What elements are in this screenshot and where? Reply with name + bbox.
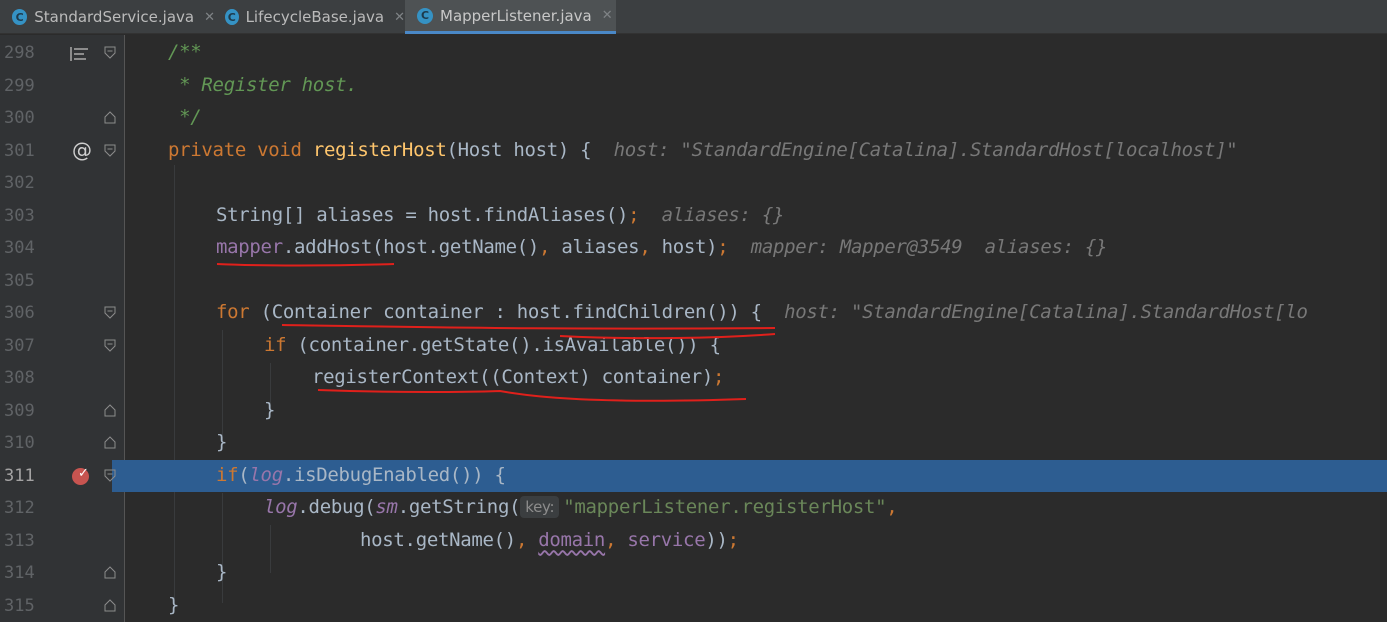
- code-line: 311 ✓ if(log.isDebugEnabled()) {: [0, 460, 1387, 493]
- code-line: 303 String[] aliases = host.findAliases(…: [0, 200, 1387, 233]
- tab-lifecycle-base[interactable]: C LifecycleBase.java ✕: [215, 0, 405, 34]
- code-text: }: [216, 431, 228, 453]
- inline-debug-value: host: "StandardEngine[Catalina].Standard…: [613, 138, 1238, 161]
- tab-mapper-listener[interactable]: C MapperListener.java ✕: [405, 0, 616, 34]
- close-icon[interactable]: ✕: [602, 8, 613, 23]
- code-line: 309 }: [0, 395, 1387, 428]
- code-text: if (container.getState().isAvailable()) …: [264, 333, 721, 356]
- fold-end-icon[interactable]: [104, 403, 116, 417]
- line-number: 305: [4, 270, 35, 291]
- fold-end-icon[interactable]: [104, 566, 116, 579]
- breakpoint-check-icon: ✓: [78, 465, 89, 481]
- close-icon[interactable]: ✕: [204, 10, 215, 25]
- tab-standard-service[interactable]: C StandardService.java ✕: [0, 0, 215, 34]
- code-text: registerContext((Context) container);: [312, 366, 725, 388]
- tab-label: StandardService.java: [34, 8, 195, 26]
- fold-end-icon[interactable]: [104, 436, 116, 449]
- code-text: String[] aliases = host.findAliases(); a…: [216, 203, 785, 226]
- tab-label: MapperListener.java: [440, 6, 592, 25]
- line-number: 306: [4, 303, 35, 323]
- editor-tab-bar: C StandardService.java ✕ C LifecycleBase…: [0, 0, 1387, 34]
- code-text: mapper.addHost(host.getName(), aliases, …: [216, 236, 1108, 258]
- code-line: 314 }: [0, 557, 1387, 590]
- code-line: 313 host.getName(), domain, service));: [0, 525, 1387, 558]
- code-text: log.debug(sm.getString(key: "mapperListen…: [264, 496, 898, 518]
- parameter-hint: key:: [520, 496, 560, 518]
- code-text: }: [168, 593, 180, 616]
- override-icon[interactable]: @: [72, 138, 92, 162]
- code-line: 298 /**: [0, 37, 1387, 70]
- code-line: 306 for (Container container : host.find…: [0, 297, 1387, 330]
- code-line: 308 registerContext((Context) container)…: [0, 362, 1387, 395]
- fold-icon[interactable]: [104, 144, 116, 157]
- code-line: 312 log.debug(sm.getString(key: "mapperLi…: [0, 492, 1387, 525]
- line-number: 315: [4, 595, 35, 616]
- code-line: 310 }: [0, 427, 1387, 460]
- line-number: 310: [4, 433, 35, 453]
- warning-underline: domain: [538, 528, 606, 551]
- line-number: 303: [4, 205, 35, 226]
- fold-icon[interactable]: [104, 306, 116, 319]
- line-number: 312: [4, 498, 35, 518]
- class-icon: C: [225, 9, 239, 25]
- code-text: }: [216, 561, 228, 583]
- class-icon: C: [12, 9, 28, 25]
- class-icon: C: [417, 7, 433, 24]
- line-number: 300: [4, 108, 35, 128]
- line-number: 302: [4, 173, 35, 193]
- code-line: 304 mapper.addHost(host.getName(), alias…: [0, 232, 1387, 265]
- inline-debug-value: mapper: Mapper@3549 aliases: {}: [750, 236, 1108, 258]
- close-icon[interactable]: ✕: [394, 10, 405, 25]
- code-line: 301 @ private void registerHost(Host hos…: [0, 135, 1387, 168]
- fold-icon[interactable]: [104, 339, 116, 352]
- code-line: 299 * Register host.: [0, 70, 1387, 103]
- line-number: 311: [4, 465, 35, 486]
- code-line: 315 }: [0, 590, 1387, 622]
- code-text: /**: [168, 41, 202, 63]
- line-number: 307: [4, 335, 35, 356]
- fold-end-icon[interactable]: [104, 598, 116, 612]
- line-number: 309: [4, 400, 35, 421]
- line-number: 304: [4, 238, 35, 258]
- code-text: for (Container container : host.findChil…: [216, 301, 1308, 323]
- code-text: host.getName(), domain, service));: [360, 528, 739, 551]
- implements-icon[interactable]: [70, 47, 90, 61]
- line-number: 299: [4, 75, 35, 96]
- line-number: 301: [4, 140, 35, 161]
- code-text: * Register host.: [168, 73, 358, 96]
- line-number: 314: [4, 563, 35, 583]
- code-text: if(log.isDebugEnabled()) {: [216, 463, 506, 486]
- tab-label: LifecycleBase.java: [245, 8, 385, 26]
- code-line: 300 */: [0, 102, 1387, 135]
- fold-end-icon[interactable]: [104, 111, 116, 124]
- code-line: 302: [0, 167, 1387, 200]
- code-editor[interactable]: 298 /** 299 * Register host. 300 */ 301 …: [0, 35, 1387, 622]
- code-line: 307 if (container.getState().isAvailable…: [0, 330, 1387, 363]
- code-line: 305: [0, 265, 1387, 298]
- inline-debug-value: host: "StandardEngine[Catalina].Standard…: [784, 301, 1308, 323]
- inline-debug-value: aliases: {}: [661, 203, 785, 226]
- code-text: }: [264, 398, 276, 421]
- code-text: private void registerHost(Host host) { h…: [168, 138, 1238, 161]
- line-number: 308: [4, 368, 35, 388]
- code-text: */: [168, 106, 202, 128]
- fold-icon[interactable]: [104, 469, 116, 482]
- line-number: 313: [4, 530, 35, 551]
- line-number: 298: [4, 43, 35, 63]
- fold-icon[interactable]: [104, 46, 116, 59]
